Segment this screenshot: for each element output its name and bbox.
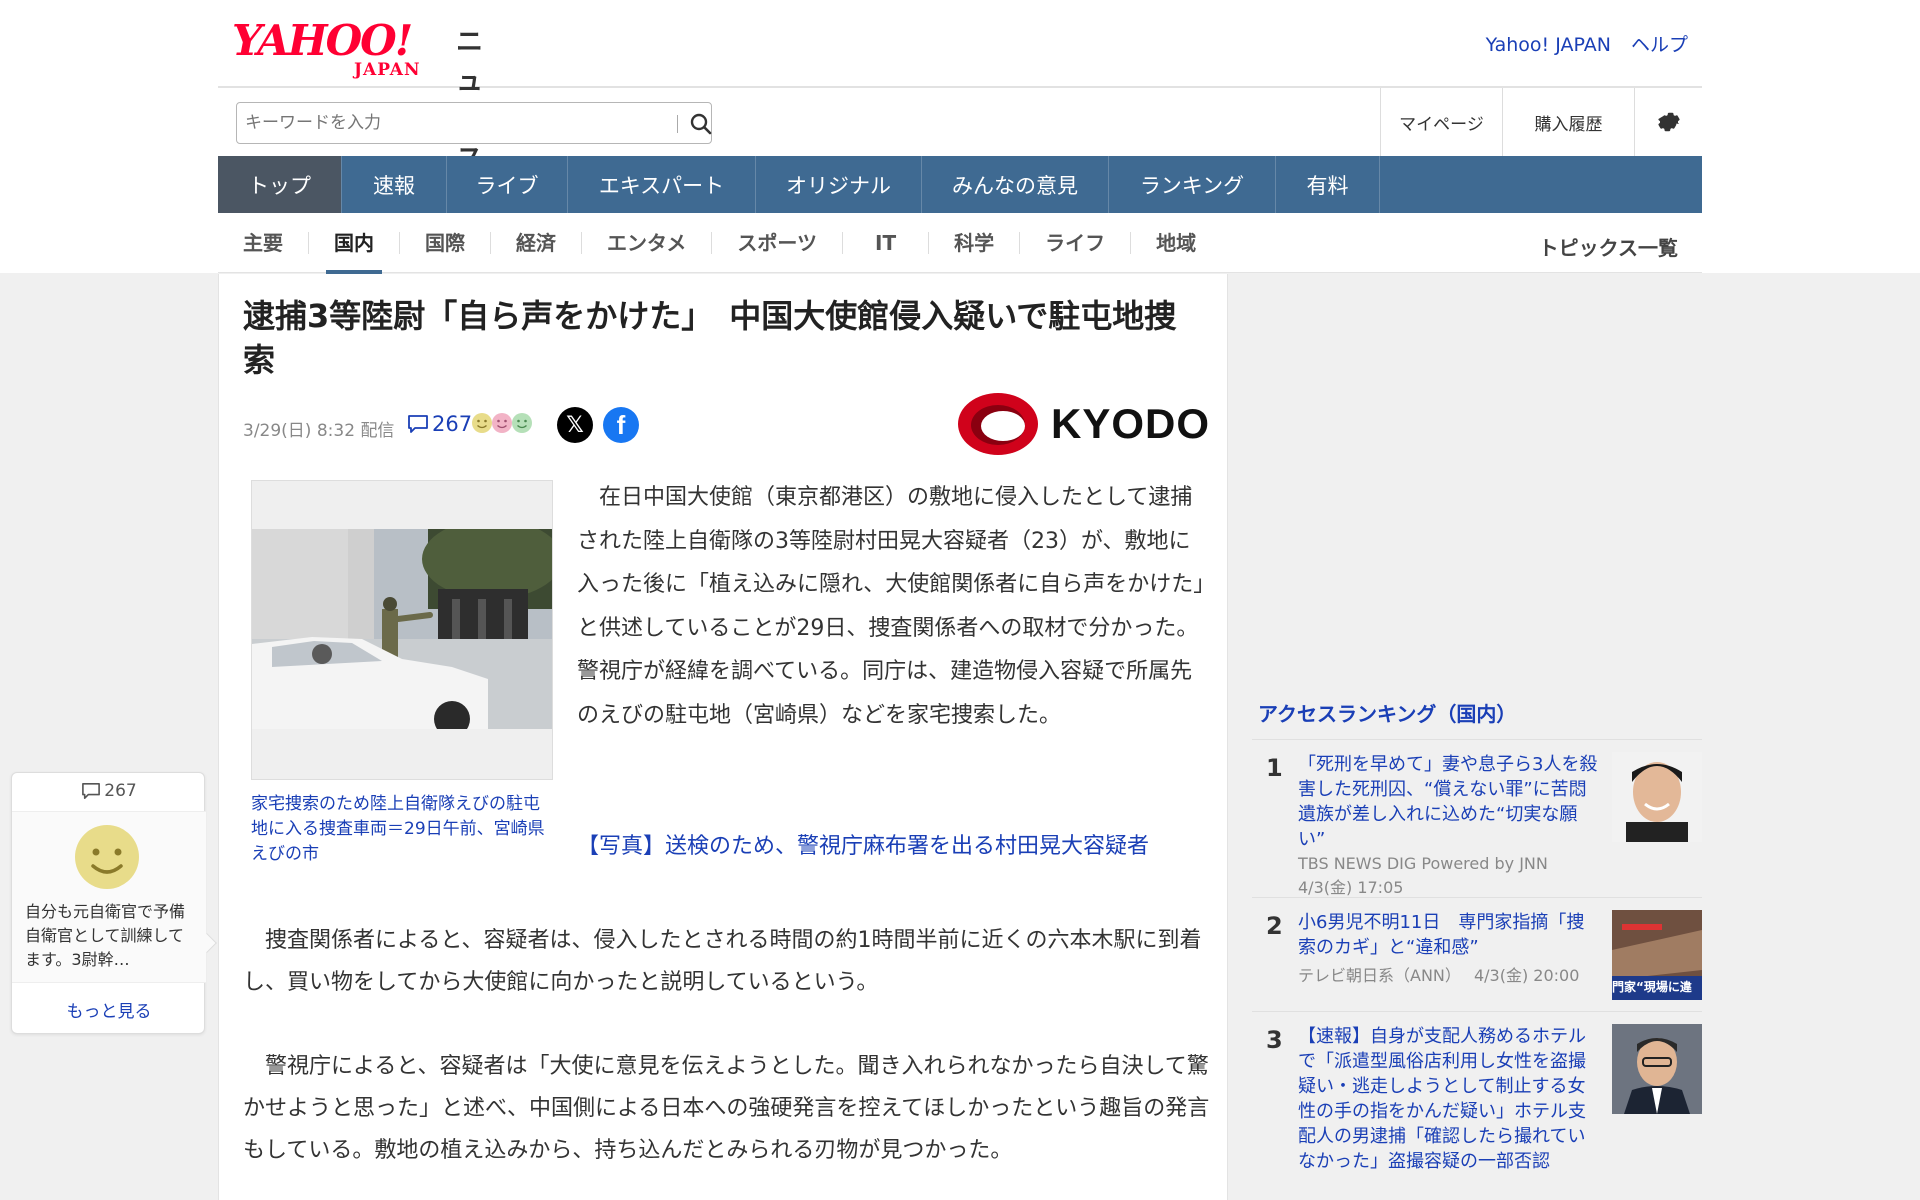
- smile-face-icon: [472, 413, 492, 433]
- comment-preview[interactable]: 自分も元自衛官で予備自衛官として訓練してます。3尉幹…: [12, 811, 217, 983]
- rank-thumbnail: 門家“現場に違: [1612, 910, 1702, 1000]
- comment-count: 267: [432, 412, 473, 436]
- ranking-title[interactable]: アクセスランキング（国内）: [1252, 690, 1702, 740]
- mypage-link[interactable]: マイページ: [1380, 88, 1502, 156]
- comment-preview-card[interactable]: 267 自分も元自衛官で予備自衛官として訓練してます。3尉幹… もっと見る: [11, 772, 217, 1034]
- comment-icon: [82, 782, 101, 800]
- rank-source: TBS NEWS DIG Powered by JNN: [1298, 854, 1548, 873]
- article-meta: 3/29(日) 8:32 配信: [243, 416, 394, 441]
- float-comment-count[interactable]: 267: [12, 781, 206, 801]
- green-face-icon: [512, 413, 532, 433]
- comment-excerpt: 自分も元自衛官で予備自衛官として訓練してます。3尉幹…: [25, 902, 186, 969]
- smile-face-icon: [75, 825, 139, 889]
- x-share-icon[interactable]: 𝕏: [557, 407, 593, 443]
- nav-expert[interactable]: エキスパート: [568, 156, 756, 213]
- nav-ranking[interactable]: ランキング: [1109, 156, 1276, 213]
- rank-source: テレビ朝日系（ANN） 4/3(金) 20:00: [1298, 964, 1579, 988]
- rank-thumbnail: [1612, 752, 1702, 842]
- rank-thumbnail: [1612, 1024, 1702, 1114]
- article-lead: 在日中国大使館（東京都港区）の敷地に侵入したとして逮捕された陸上自衛隊の3等陸尉…: [577, 485, 1205, 728]
- main-nav: トップ 速報 ライブ エキスパート オリジナル みんなの意見 ランキング 有料: [218, 156, 1702, 213]
- photo-caption[interactable]: 家宅捜索のため陸上自衛隊えびの駐屯地に入る捜査車両＝29日午前、宮崎県えびの市: [251, 792, 553, 867]
- yahoo-news-logo[interactable]: YAHOO! JAPAN ニュース: [232, 16, 483, 175]
- rank-title: 「死刑を早めて」妻や息子ら3人を殺害した死刑囚、“償えない罪”に苦悶 遺族が差し…: [1298, 754, 1605, 850]
- comment-count-link[interactable]: 267: [407, 412, 472, 436]
- nav-live[interactable]: ライブ: [447, 156, 568, 213]
- nav-breaking[interactable]: 速報: [342, 156, 447, 213]
- rank-thumbnail-caption: 門家“現場に違: [1612, 980, 1692, 994]
- help-link[interactable]: ヘルプ: [1631, 34, 1688, 56]
- facebook-share-icon[interactable]: f: [603, 407, 639, 443]
- article-paragraph: 捜査関係者によると、容疑者は、侵入したとされる時間の約1時間半前に近くの六本木駅…: [243, 928, 1202, 995]
- article-paragraph: 警視庁によると、容疑者は「大使に意見を伝えようとした。聞き入れられなかったら自決…: [243, 1054, 1210, 1163]
- header: YAHOO! JAPAN ニュース Yahoo! JAPAN ヘルプ: [218, 0, 1702, 175]
- rank-source-name: テレビ朝日系（ANN）: [1298, 966, 1461, 985]
- related-photo-link[interactable]: 【写真】送検のため、警視庁麻布署を出る村田晃大容疑者: [577, 828, 1149, 860]
- search-bar-row: マイページ 購入履歴: [218, 88, 1702, 156]
- comment-icon: [408, 415, 428, 433]
- publisher-logo[interactable]: KYODO: [957, 392, 1210, 456]
- article-photo[interactable]: [251, 480, 553, 780]
- logo-japan: JAPAN: [354, 60, 421, 80]
- gear-icon: [1657, 112, 1680, 132]
- cat-sports[interactable]: スポーツ: [712, 232, 844, 254]
- rank-number: 3: [1266, 1026, 1283, 1054]
- cat-science[interactable]: 科学: [929, 232, 1021, 254]
- topics-list-link[interactable]: トピックス一覧: [1539, 232, 1678, 261]
- access-ranking: アクセスランキング（国内） 1 「死刑を早めて」妻や息子ら3人を殺害した死刑囚、…: [1252, 690, 1702, 1200]
- nav-top[interactable]: トップ: [218, 156, 342, 213]
- rank-number: 1: [1266, 754, 1283, 782]
- category-list: 主要 国内 国際 経済 エンタメ スポーツ IT 科学 ライフ 地域: [218, 213, 1221, 274]
- article-headline: 逮捕3等陸尉「自ら声をかけた」 中国大使館侵入疑いで駐屯地捜索: [243, 297, 1177, 379]
- nav-opinions[interactable]: みんなの意見: [922, 156, 1109, 213]
- article-date: 3/29(日) 8:32: [243, 421, 356, 441]
- cat-region[interactable]: 地域: [1131, 232, 1221, 254]
- rank-number: 2: [1266, 912, 1283, 940]
- purchase-history-link[interactable]: 購入履歴: [1502, 88, 1634, 156]
- cat-world[interactable]: 国際: [400, 232, 491, 254]
- search-icon[interactable]: [689, 112, 713, 136]
- rank-title: 【速報】自身が支配人務めるホテルで「派遣型風俗店利用し女性を盗撮疑い・逃走しよう…: [1298, 1026, 1586, 1172]
- yahoo-japan-link[interactable]: Yahoo! JAPAN: [1486, 34, 1611, 56]
- account-links: マイページ 購入履歴: [1380, 88, 1702, 156]
- cat-life[interactable]: ライフ: [1020, 232, 1132, 254]
- header-links: Yahoo! JAPAN ヘルプ: [1472, 30, 1688, 57]
- rank-time: 4/3(金) 17:05: [1298, 878, 1404, 897]
- article-delivered: 配信: [360, 421, 395, 441]
- nav-original[interactable]: オリジナル: [756, 156, 922, 213]
- settings-button[interactable]: [1634, 88, 1702, 156]
- card-pointer: [197, 933, 217, 953]
- nav-paid[interactable]: 有料: [1276, 156, 1380, 213]
- category-tabs: 主要 国内 国際 経済 エンタメ スポーツ IT 科学 ライフ 地域 トピックス…: [218, 213, 1702, 274]
- cat-domestic[interactable]: 国内: [309, 232, 400, 274]
- float-comment-number: 267: [104, 781, 137, 801]
- pink-face-icon: [492, 413, 512, 433]
- rank-title: 小6男児不明11日 専門家指摘「捜索のカギ」と“違和感”: [1298, 912, 1585, 958]
- reaction-faces[interactable]: [471, 412, 532, 434]
- logo-yahoo: YAHOO!: [232, 16, 413, 65]
- article: 逮捕3等陸尉「自ら声をかけた」 中国大使館侵入疑いで駐屯地捜索 3/29(日) …: [218, 274, 1228, 1200]
- cat-entertainment[interactable]: エンタメ: [582, 232, 713, 254]
- ranking-item[interactable]: 1 「死刑を早めて」妻や息子ら3人を殺害した死刑囚、“償えない罪”に苦悶 遺族が…: [1252, 740, 1702, 898]
- search-input[interactable]: [245, 111, 665, 135]
- kyodo-logo-icon: [958, 393, 1038, 455]
- see-more-link[interactable]: もっと見る: [12, 997, 206, 1022]
- ranking-item[interactable]: 2 小6男児不明11日 専門家指摘「捜索のカギ」と“違和感” テレビ朝日系（AN…: [1252, 898, 1702, 1012]
- rank-time: 4/3(金) 20:00: [1473, 966, 1580, 985]
- ranking-item[interactable]: 3 【速報】自身が支配人務めるホテルで「派遣型風俗店利用し女性を盗撮疑い・逃走し…: [1252, 1012, 1702, 1200]
- cat-it[interactable]: IT: [843, 232, 930, 254]
- publisher-name: KYODO: [1051, 400, 1211, 447]
- search-divider: [677, 115, 678, 133]
- search-box: [236, 102, 712, 144]
- cat-main[interactable]: 主要: [218, 232, 309, 254]
- cat-economy[interactable]: 経済: [491, 232, 582, 254]
- article-photo-image: [252, 529, 552, 729]
